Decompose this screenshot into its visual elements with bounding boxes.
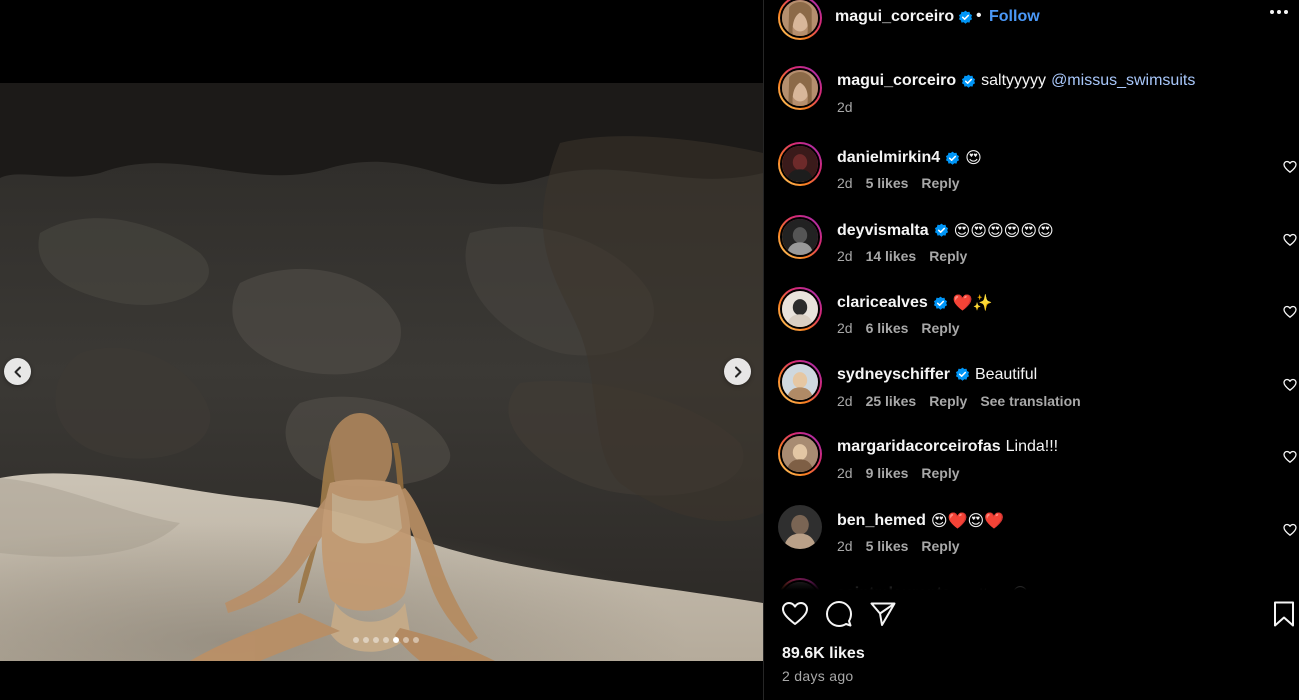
comment-time[interactable]: 2d [837, 393, 853, 409]
post-timestamp[interactable]: 2 days ago [782, 668, 854, 684]
commenter-avatar[interactable] [778, 505, 822, 549]
post-caption: magui_corceiro saltyyyyy @missus_swimsui… [764, 66, 1299, 126]
author-username-link[interactable]: magui_corceiro [835, 8, 973, 26]
comment-time[interactable]: 2d [837, 175, 853, 191]
comment-time[interactable]: 2d [837, 248, 853, 264]
comment-username[interactable]: claricealves [837, 294, 928, 312]
commenter-avatar[interactable] [778, 214, 822, 259]
post-photo [0, 83, 763, 661]
comment-item: margaridacorceirofas Linda!!! 2d 9 likes Rep… [764, 426, 1299, 486]
carousel-dot [402, 637, 409, 643]
carousel-dot [362, 637, 369, 643]
caption-avatar[interactable] [778, 66, 822, 110]
post-header: magui_corceiro • Follow [764, 0, 1299, 40]
comment-text: 😍😍😍😍😍😍 [953, 222, 1054, 240]
comment-icon[interactable] [825, 600, 853, 628]
reply-button[interactable]: Reply [921, 538, 959, 554]
caption-username[interactable]: magui_corceiro [837, 72, 956, 90]
comment-like-count[interactable]: 25 likes [866, 393, 917, 409]
comment-time[interactable]: 2d [837, 538, 853, 554]
comment-username[interactable]: margaridacorceirofas [837, 438, 1001, 456]
reply-button[interactable]: Reply [921, 465, 959, 481]
comment-item: deyvismalta 😍😍😍😍😍😍 2d 14 likes Reply [764, 209, 1299, 269]
verified-badge-icon [946, 151, 960, 165]
heart-icon[interactable] [1283, 378, 1297, 392]
author-avatar[interactable] [778, 0, 822, 40]
caption-mention-link[interactable]: @missus_swimsuits [1051, 72, 1195, 90]
comment-like-count[interactable]: 5 likes [866, 175, 909, 191]
caption-text: saltyyyyy [981, 72, 1047, 89]
carousel-prev-button[interactable] [4, 358, 31, 385]
comment-like-count[interactable]: 6 likes [866, 320, 909, 336]
comment-text: Linda!!! [1005, 438, 1059, 456]
comment-item: sydneyschiffer Beautiful 2d 25 likes Reply Se… [764, 354, 1299, 414]
comment-item: claricealves ❤️✨ 2d 6 likes Reply [764, 281, 1299, 341]
carousel-dot [392, 637, 399, 643]
comment-item: ben_hemed 😍❤️😍❤️ 2d 5 likes Reply [764, 499, 1299, 559]
comments-fade [764, 570, 1299, 590]
comment-time[interactable]: 2d [837, 465, 853, 481]
comment-text: ❤️✨ [952, 295, 993, 313]
commenter-avatar[interactable] [778, 432, 822, 477]
chevron-right-icon [734, 366, 741, 377]
header-separator: • [976, 7, 982, 24]
verified-badge-icon [962, 74, 976, 88]
author-username[interactable]: magui_corceiro [835, 8, 954, 26]
caption-time[interactable]: 2d [837, 99, 853, 115]
post-side-panel: magui_corceiro • Follow magui_corceiro s… [763, 0, 1299, 700]
comment-text: 😍 [965, 150, 982, 167]
comment-username[interactable]: sydneyschiffer [837, 366, 950, 384]
heart-icon[interactable] [1283, 160, 1297, 174]
heart-icon[interactable] [1283, 450, 1297, 464]
carousel-dot [382, 637, 389, 643]
verified-badge-icon [934, 223, 948, 237]
comment-time[interactable]: 2d [837, 320, 853, 336]
verified-badge-icon [959, 10, 973, 24]
comment-text: 😍❤️😍❤️ [930, 513, 1005, 530]
comment-like-count[interactable]: 5 likes [866, 538, 909, 554]
carousel-next-button[interactable] [724, 358, 751, 385]
comment-item: danielmirkin4 😍 2d 5 likes Reply [764, 136, 1299, 196]
reply-button[interactable]: Reply [929, 248, 967, 264]
see-translation-button[interactable]: See translation [980, 393, 1080, 409]
comment-like-count[interactable]: 14 likes [866, 248, 917, 264]
heart-icon[interactable] [781, 600, 809, 628]
heart-icon[interactable] [1283, 233, 1297, 247]
reply-button[interactable]: Reply [929, 393, 967, 409]
comment-text: Beautiful [974, 365, 1038, 383]
commenter-avatar[interactable] [778, 142, 822, 186]
instagram-post-view: magui_corceiro • Follow magui_corceiro s… [0, 0, 1299, 700]
reply-button[interactable]: Reply [921, 175, 959, 191]
carousel-dot [352, 637, 359, 643]
comment-username[interactable]: danielmirkin4 [837, 149, 940, 167]
comment-username[interactable]: ben_hemed [837, 512, 926, 530]
heart-icon[interactable] [1283, 305, 1297, 319]
commenter-avatar[interactable] [778, 287, 822, 332]
carousel-dot [372, 637, 379, 643]
carousel-dot [412, 637, 419, 643]
share-icon[interactable] [869, 600, 897, 628]
more-icon [1270, 10, 1274, 14]
chevron-left-icon [14, 366, 21, 377]
comment-username[interactable]: deyvismalta [837, 222, 929, 240]
post-actions-bar [764, 596, 1299, 632]
verified-badge-icon [955, 367, 969, 382]
more-options-button[interactable] [1270, 10, 1288, 14]
comments-list[interactable]: magui_corceiro saltyyyyy @missus_swimsui… [764, 60, 1299, 590]
verified-badge-icon [933, 296, 947, 310]
heart-icon[interactable] [1283, 523, 1297, 537]
commenter-avatar[interactable] [778, 359, 822, 404]
post-media [0, 0, 763, 700]
follow-button[interactable]: Follow [989, 8, 1040, 26]
comment-like-count[interactable]: 9 likes [866, 465, 909, 481]
reply-button[interactable]: Reply [921, 320, 959, 336]
like-count[interactable]: 89.6K likes [782, 645, 865, 663]
bookmark-icon[interactable] [1270, 600, 1298, 628]
carousel-indicator [0, 637, 763, 643]
